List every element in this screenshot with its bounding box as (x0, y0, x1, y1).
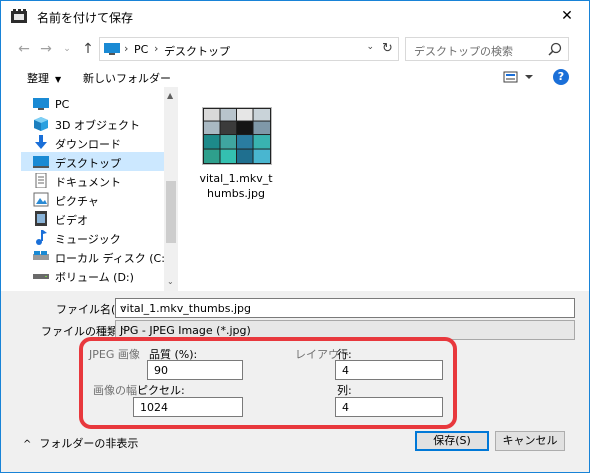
pixels-value: 1024 (140, 401, 168, 414)
tree-item-videos[interactable]: ビデオ (21, 209, 164, 228)
tree-item-label: ミュージック (55, 233, 121, 246)
navigation-pane: PC 3D オブジェクト ダウンロード デスクトップ ドキュメント ピクチャ ビ… (21, 87, 169, 291)
picture-icon (33, 192, 49, 207)
chevron-up-icon: ^ (23, 439, 32, 450)
tree-item-pc[interactable]: PC (21, 95, 164, 114)
window-title: 名前を付けて保存 (37, 11, 134, 25)
quality-value: 90 (154, 364, 168, 377)
tree-item-label: PC (55, 98, 70, 111)
tree-item-documents[interactable]: ドキュメント (21, 171, 164, 190)
file-list: vital_1.mkv_thumbs.jpg (178, 87, 589, 291)
drive-icon (33, 274, 49, 279)
address-segment-pc[interactable]: PC (134, 43, 148, 56)
organize-label: 整理 (27, 72, 49, 85)
drive-icon (33, 251, 49, 260)
help-icon[interactable]: ? (553, 69, 569, 85)
tree-item-label: ドキュメント (55, 176, 121, 189)
pixels-label: ピクセル: (137, 384, 185, 397)
tree-item-label: ピクチャ (55, 195, 99, 208)
jpeg-group-label: JPEG 画像 (89, 348, 140, 361)
caret-down-icon: ▼ (55, 75, 62, 84)
hide-folders-toggle[interactable]: ^ フォルダーの非表示 (23, 435, 138, 451)
address-bar[interactable]: › PC › デスクトップ ⌄ ↻ (99, 37, 399, 61)
file-item[interactable]: vital_1.mkv_thumbs.jpg (196, 107, 276, 207)
search-input[interactable]: デスクトップの検索 (414, 43, 513, 59)
tree-item-desktop[interactable]: デスクトップ (21, 152, 164, 171)
close-button[interactable]: ✕ (545, 1, 589, 31)
navigation-pane-scrollbar[interactable]: ▲ ⌄ (164, 87, 178, 291)
address-dropdown-icon[interactable]: ⌄ (366, 42, 374, 52)
file-name-label: vital_1.mkv_thumbs.jpg (199, 172, 273, 200)
tree-item-downloads[interactable]: ダウンロード (21, 133, 164, 152)
tree-item-label: ボリューム (D:) (55, 271, 134, 284)
filename-field[interactable]: vital_1.mkv_thumbs.jpg ⌄ (115, 298, 575, 318)
cols-input[interactable]: 4 (335, 397, 443, 417)
tree-item-label: ビデオ (55, 214, 88, 227)
pc-icon (104, 43, 120, 55)
tree-item-label: 3D オブジェクト (55, 119, 140, 132)
forward-button[interactable]: → (37, 40, 55, 58)
address-segment-desktop[interactable]: デスクトップ (164, 43, 230, 59)
title-bar: 名前を付けて保存 ✕ (1, 1, 589, 31)
cols-label: 列: (337, 384, 352, 397)
tree-item-label: ダウンロード (55, 138, 121, 151)
scrollbar-thumb[interactable] (166, 181, 176, 243)
cancel-button[interactable]: キャンセル (495, 431, 565, 451)
cols-value: 4 (342, 401, 349, 414)
organize-button[interactable]: 整理 ▼ (27, 70, 61, 86)
tree-item-volume-d[interactable]: ボリューム (D:) (21, 266, 164, 285)
navigation-bar: ← → ⌄ ↑ › PC › デスクトップ ⌄ ↻ デスクトップの検索 (1, 31, 589, 67)
view-options-icon[interactable] (503, 69, 535, 85)
tree-item-label: ローカル ディスク (C:) (55, 252, 170, 265)
tree-item-3d-objects[interactable]: 3D オブジェクト (21, 114, 164, 133)
document-icon (35, 173, 47, 188)
save-as-dialog: 名前を付けて保存 ✕ ← → ⌄ ↑ › PC › デスクトップ ⌄ ↻ デスク… (0, 0, 590, 473)
search-icon (548, 42, 562, 56)
new-folder-button[interactable]: 新しいフォルダー (83, 70, 171, 86)
browser-area: PC 3D オブジェクト ダウンロード デスクトップ ドキュメント ピクチャ ビ… (1, 87, 589, 291)
tree-item-pictures[interactable]: ピクチャ (21, 190, 164, 209)
recent-locations-button[interactable]: ⌄ (58, 40, 76, 58)
address-separator: › (124, 42, 129, 55)
download-icon (35, 135, 47, 149)
chevron-down-icon[interactable]: ⌄ (120, 301, 570, 311)
pc-icon (33, 98, 49, 110)
pixels-input[interactable]: 1024 (133, 397, 243, 417)
up-button[interactable]: ↑ (79, 40, 97, 58)
app-icon (11, 9, 27, 23)
music-icon (36, 230, 47, 245)
chevron-down-icon[interactable]: ⌄ (120, 323, 570, 333)
scroll-down-icon[interactable]: ⌄ (167, 277, 174, 286)
hide-folders-label: フォルダーの非表示 (39, 437, 139, 450)
search-box[interactable]: デスクトップの検索 (405, 37, 569, 61)
desktop-icon (33, 156, 49, 168)
quality-input[interactable]: 90 (147, 360, 243, 380)
refresh-button[interactable]: ↻ (376, 38, 398, 60)
tree-item-music[interactable]: ミュージック (21, 228, 164, 247)
address-separator: › (154, 42, 159, 55)
width-group-label: 画像の幅 (93, 384, 137, 397)
back-button[interactable]: ← (15, 40, 33, 58)
save-button[interactable]: 保存(S) (415, 431, 489, 451)
tree-item-label: デスクトップ (55, 157, 121, 170)
cube-icon (34, 117, 48, 131)
command-toolbar: 整理 ▼ 新しいフォルダー ? (1, 67, 589, 87)
rows-input[interactable]: 4 (335, 360, 443, 380)
image-thumbnail (202, 107, 272, 165)
video-icon (35, 211, 47, 226)
rows-value: 4 (342, 364, 349, 377)
scroll-up-icon[interactable]: ▲ (167, 91, 173, 100)
tree-item-local-disk-c[interactable]: ローカル ディスク (C:) (21, 247, 169, 266)
